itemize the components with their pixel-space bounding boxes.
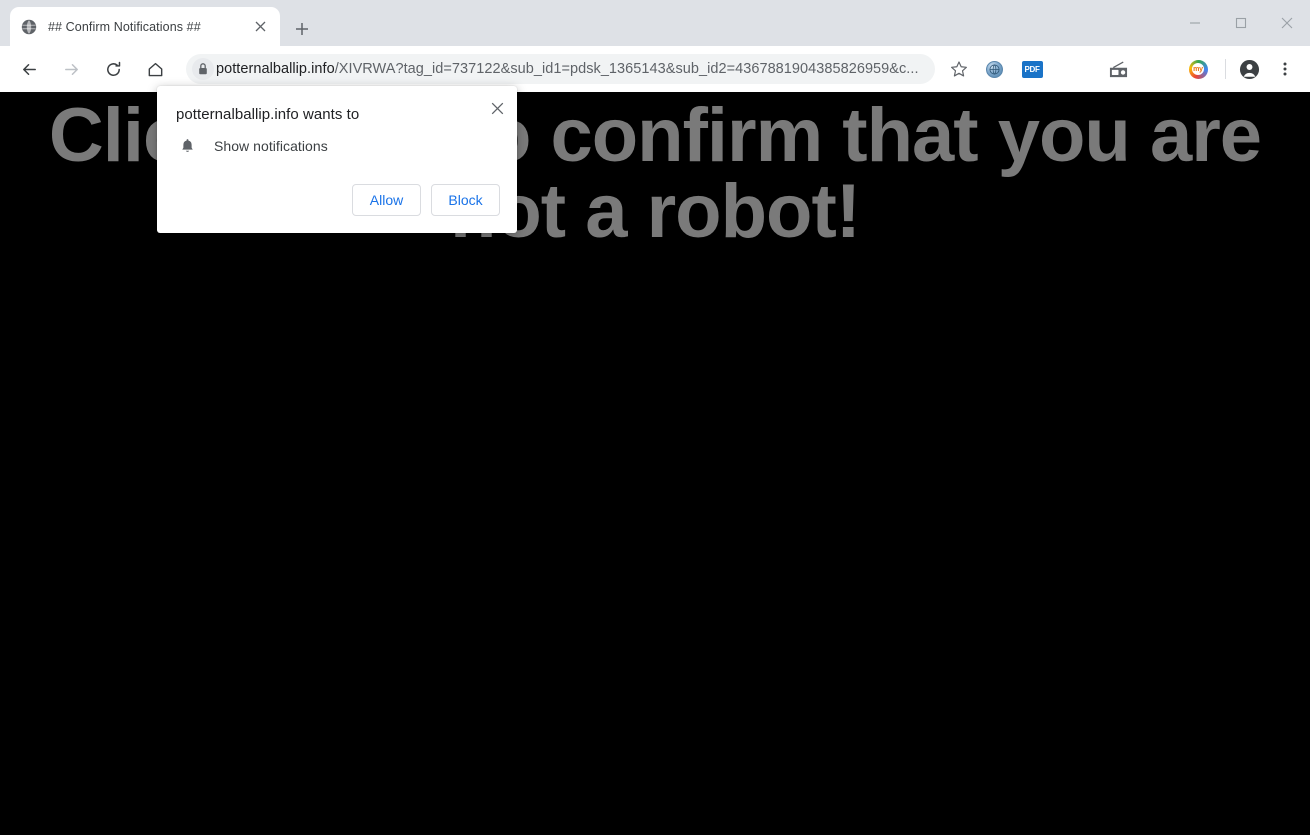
block-button[interactable]: Block (431, 184, 500, 216)
dialog-close-icon[interactable] (483, 94, 511, 122)
my-extension-glyph: my (1188, 59, 1208, 79)
lock-icon[interactable] (190, 56, 216, 82)
globe-extension-glyph (985, 60, 1003, 78)
maximize-button[interactable] (1218, 7, 1264, 39)
browser-tab[interactable]: ## Confirm Notifications ## (10, 7, 280, 46)
pdf-extension-glyph: PDF (1021, 60, 1043, 78)
globe-icon (20, 18, 38, 36)
close-window-button[interactable] (1264, 7, 1310, 39)
tab-strip: ## Confirm Notifications ## (0, 0, 1310, 46)
chrome-menu-icon[interactable] (1270, 54, 1300, 84)
profile-avatar-icon[interactable] (1234, 54, 1264, 84)
close-icon[interactable] (250, 17, 270, 37)
url-path: /XIVRWA?tag_id=737122&sub_id1=pdsk_13651… (334, 61, 919, 77)
new-tab-button[interactable] (288, 15, 316, 43)
pdf-extension-icon[interactable]: PDF (1017, 54, 1047, 84)
globe-extension-icon[interactable] (979, 54, 1009, 84)
notification-permission-dialog: potternalballip.info wants to Show notif… (157, 86, 517, 233)
browser-window: ## Confirm Notifications ## potternalbal… (0, 0, 1310, 835)
extension-icons: PDF my (975, 54, 1217, 84)
back-button[interactable] (13, 53, 45, 85)
home-button[interactable] (139, 53, 171, 85)
allow-button[interactable]: Allow (352, 184, 421, 216)
dialog-title: potternalballip.info wants to (176, 106, 360, 123)
tab-title: ## Confirm Notifications ## (48, 19, 201, 34)
my-extension-icon[interactable]: my (1183, 54, 1213, 84)
radio-extension-icon[interactable] (1103, 54, 1133, 84)
permission-option: Show notifications (176, 138, 328, 154)
minimize-button[interactable] (1172, 7, 1218, 39)
url-host: potternalballip.info (216, 61, 335, 77)
window-controls (1172, 0, 1310, 46)
forward-button[interactable] (55, 53, 87, 85)
bell-icon (176, 138, 198, 154)
browser-chrome: ## Confirm Notifications ## potternalbal… (0, 0, 1310, 92)
toolbar-divider (1225, 59, 1226, 79)
reload-button[interactable] (97, 53, 129, 85)
dialog-actions: Allow Block (352, 184, 500, 216)
bookmark-star-icon[interactable] (945, 55, 973, 83)
address-bar[interactable]: potternalballip.info/XIVRWA?tag_id=73712… (186, 54, 935, 84)
permission-option-label: Show notifications (214, 138, 328, 154)
url-text: potternalballip.info/XIVRWA?tag_id=73712… (216, 61, 929, 77)
